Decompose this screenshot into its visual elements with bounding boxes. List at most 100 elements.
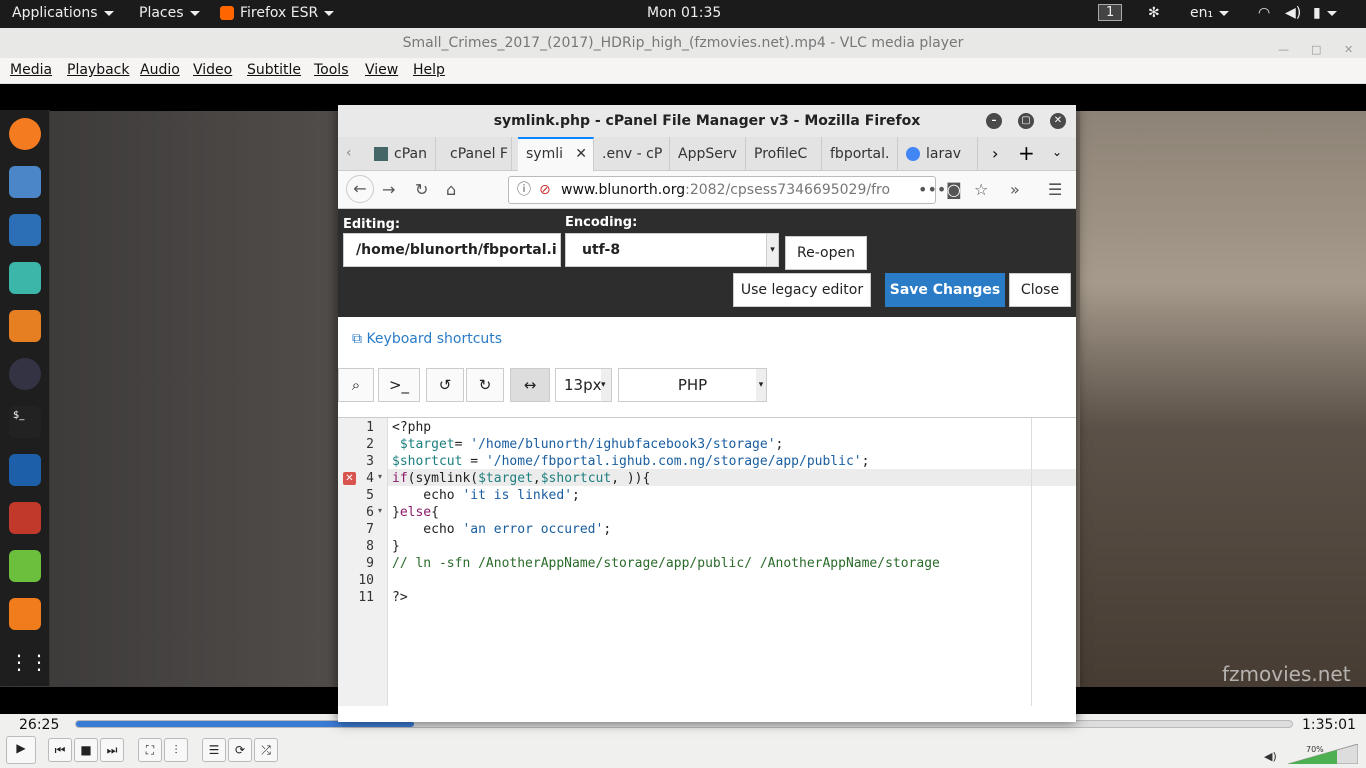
firefox-launcher-icon[interactable] [9,118,41,150]
places-menu[interactable]: Places [139,5,200,21]
armitage-launcher-icon[interactable] [9,262,41,294]
firefox-app-menu[interactable]: Firefox ESR [220,5,335,21]
url-bar[interactable]: ⓘ ⊘ www.blunorth.org:2082/cpsess73466950… [508,176,936,204]
shuffle-button[interactable]: ⤮ [254,738,278,762]
volume-icon[interactable]: ◀) [1285,5,1301,21]
zaproxy-launcher-icon[interactable] [9,454,41,486]
code-line: $target= '/home/blunorth/ighubfacebook3/… [399,437,784,452]
loop-button[interactable]: ⟳ [228,738,252,762]
previous-button[interactable]: ⏮ [48,738,72,762]
menu-video[interactable]: Video [193,62,232,78]
code-editor[interactable]: ✕ 1 2 3 4 5 6 7 8 9 10 11 ▾ ▾ <?php $tar… [338,417,1076,706]
wifi-icon[interactable]: ◠ [1258,5,1270,21]
next-button[interactable]: ⏭ [100,738,124,762]
file-path-field[interactable]: /home/blunorth/fbportal.i [343,233,561,267]
maltego-launcher-icon[interactable] [9,358,41,390]
vlc-launcher-icon[interactable] [9,598,41,630]
tab-env[interactable]: .env - cP [594,137,670,171]
encoding-label: Encoding: [565,215,638,230]
site-info-icon[interactable]: ⓘ [517,177,531,203]
wrap-toggle-button[interactable]: ↔ [510,368,550,402]
firefox-window-title: symlink.php - cPanel File Manager v3 - M… [493,113,921,129]
files-launcher-icon[interactable] [9,166,41,198]
tab-fbportal[interactable]: fbportal. [822,137,898,171]
play-button[interactable]: ▶ [6,736,36,764]
accessibility-icon[interactable]: ✻ [1148,5,1160,21]
workspace-indicator[interactable]: 1 [1098,4,1123,21]
fold-arrow-icon[interactable]: ▾ [378,472,382,481]
line-number: 10 [358,573,374,588]
menu-media[interactable]: Media [10,62,52,78]
fold-arrow-icon[interactable]: ▾ [378,506,382,515]
volume-slider[interactable]: 70% [1288,744,1358,764]
tab-cpanel-1[interactable]: cPan [366,137,436,171]
goto-line-button[interactable]: >_ [378,368,420,402]
page-actions-icon[interactable]: ••• [918,180,946,199]
search-button[interactable]: ⌕ [338,368,374,402]
video-watermark: fzmovies.net [1222,662,1351,686]
tab-laravel[interactable]: larav [898,137,978,171]
overflow-icon[interactable]: » [1010,180,1020,199]
extended-settings-button[interactable]: ⫶ [164,738,188,762]
close-button[interactable]: Close [1009,273,1071,307]
menu-subtitle[interactable]: Subtitle [247,62,301,78]
notes-launcher-icon[interactable] [9,550,41,582]
burpsuite-launcher-icon[interactable] [9,310,41,342]
forward-icon[interactable]: → [382,180,395,199]
tab-appserv[interactable]: AppServ [670,137,746,171]
total-time: 1:35:01 [1302,717,1356,733]
line-number: 6 [366,505,374,520]
playlist-button[interactable]: ☰ [202,738,226,762]
legacy-editor-button[interactable]: Use legacy editor [733,273,871,307]
back-icon[interactable]: ← [346,175,374,203]
bookmark-star-icon[interactable]: ☆ [974,180,988,199]
keyboard-shortcuts-link[interactable]: ⧉ Keyboard shortcuts [352,331,502,347]
mute-icon[interactable]: ◀) [1264,750,1277,763]
language-indicator[interactable]: en₁ [1190,5,1230,21]
line-number: 1 [366,420,374,435]
maximize-icon[interactable]: ▢ [1018,113,1034,129]
vlc-menubar: Media Playback Audio Video Subtitle Tool… [0,58,1366,84]
firefox-icon [220,6,234,20]
menu-help[interactable]: Help [413,62,445,78]
battery-icon[interactable]: ▮ [1313,5,1337,21]
undo-button[interactable]: ↺ [426,368,464,402]
close-icon[interactable]: ✕ [1050,113,1066,129]
pocket-icon[interactable]: ◙ [946,180,962,199]
code-line: <?php [392,420,432,435]
reopen-button[interactable]: Re-open [785,236,867,270]
line-number: 5 [366,488,374,503]
fullscreen-button[interactable]: ⛶ [138,738,162,762]
minimize-icon[interactable]: – [986,113,1002,129]
encoding-select[interactable]: utf-8 ▾ [565,233,779,267]
tab-scroll-left-icon[interactable]: ‹ [346,145,352,161]
save-changes-button[interactable]: Save Changes [885,273,1005,307]
metasploit-launcher-icon[interactable] [9,214,41,246]
print-margin [1031,418,1032,706]
menu-playback[interactable]: Playback [67,62,129,78]
show-apps-icon[interactable]: ⋮⋮ [9,646,49,678]
stop-button[interactable]: ■ [74,738,98,762]
tab-cpanel-2[interactable]: cPanel F [442,137,512,171]
close-tab-icon[interactable]: ✕ [575,139,587,169]
menu-audio[interactable]: Audio [140,62,180,78]
clock[interactable]: Mon 01:35 [647,5,721,21]
tab-list-icon[interactable]: ⌄ [1052,145,1062,159]
home-icon[interactable]: ⌂ [446,180,456,199]
tab-symlink[interactable]: symli ✕ [518,137,594,171]
line-number: 8 [366,539,374,554]
mode-select[interactable]: PHP ▾ [618,368,767,402]
applications-menu[interactable]: Applications [12,5,114,21]
terminal-launcher-icon[interactable]: $_ [9,406,41,438]
menu-view[interactable]: View [365,62,398,78]
tab-profile[interactable]: ProfileC [746,137,822,171]
redo-button[interactable]: ↻ [466,368,504,402]
hamburger-menu-icon[interactable]: ☰ [1048,180,1062,199]
new-tab-icon[interactable]: + [1018,141,1035,165]
menu-tools[interactable]: Tools [314,62,349,78]
tab-scroll-right-icon[interactable]: › [992,144,998,163]
font-size-select[interactable]: 13px ▾ [555,368,612,402]
reload-icon[interactable]: ↻ [415,180,428,199]
faraday-launcher-icon[interactable] [9,502,41,534]
horizontal-arrows-icon: ↔ [523,376,537,394]
